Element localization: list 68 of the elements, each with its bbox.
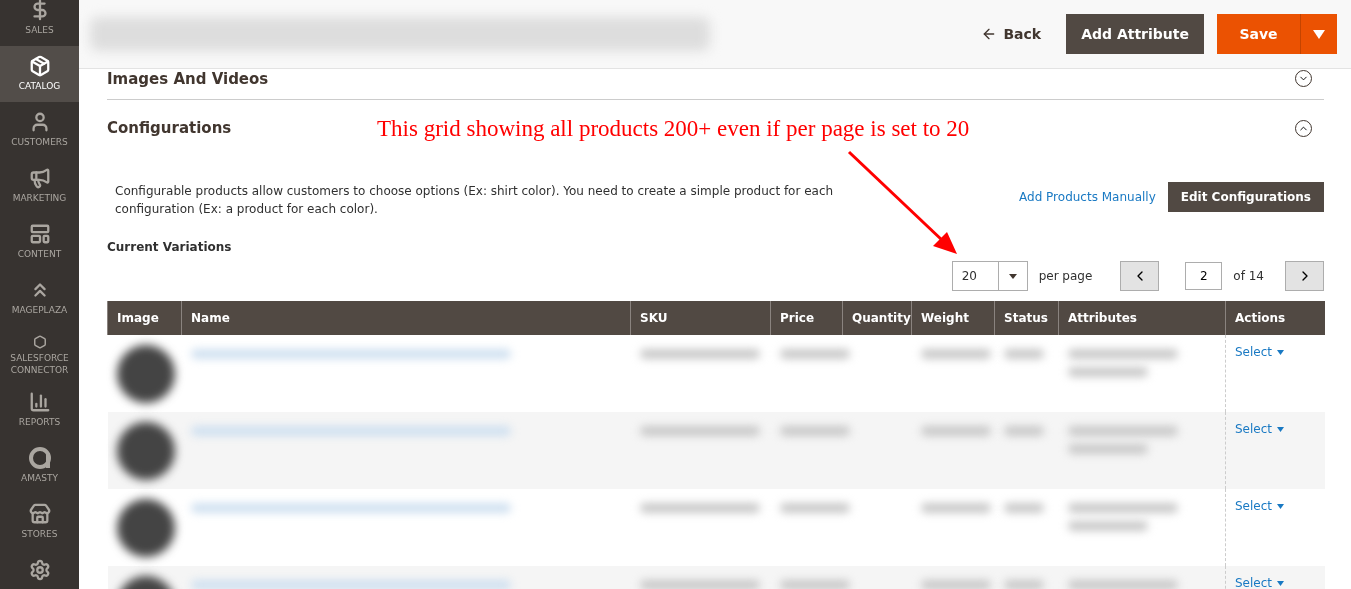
- blurred-thumbnail: [116, 499, 175, 557]
- add-products-link[interactable]: Add Products Manually: [1019, 190, 1156, 204]
- column-header[interactable]: Name: [181, 301, 631, 335]
- blurred-text: [1003, 349, 1044, 359]
- blurred-thumbnail: [116, 345, 175, 403]
- blurred-text: [920, 349, 991, 359]
- sidebar-item[interactable]: MAGEPLAZA: [0, 270, 79, 326]
- sidebar-item[interactable]: CATALOG: [0, 46, 79, 102]
- column-header[interactable]: Attributes: [1058, 301, 1226, 335]
- sidebar-item[interactable]: CUSTOMERS: [0, 102, 79, 158]
- save-dropdown-button[interactable]: [1300, 14, 1337, 54]
- select-dropdown[interactable]: Select: [1235, 422, 1285, 436]
- sidebar-item[interactable]: REPORTS: [0, 382, 79, 438]
- sidebar-item[interactable]: SALESFORCE CONNECTOR: [0, 326, 79, 382]
- sidebar-item[interactable]: STORES: [0, 494, 79, 550]
- section-title[interactable]: Configurations: [107, 119, 232, 137]
- blurred-text: [779, 580, 850, 589]
- column-header[interactable]: SKU: [630, 301, 771, 335]
- letter-a-icon: [28, 447, 51, 469]
- blurred-thumbnail: [116, 422, 175, 480]
- caret-icon: [1008, 273, 1017, 279]
- sidebar-item[interactable]: SALES: [0, 0, 79, 46]
- layout-icon: [28, 223, 51, 245]
- previous-page-button[interactable]: [1120, 261, 1160, 291]
- select-dropdown[interactable]: Select: [1235, 499, 1285, 513]
- column-header[interactable]: Price: [770, 301, 843, 335]
- blurred-text: [779, 503, 850, 513]
- sidebar-item[interactable]: AMASTY: [0, 438, 79, 494]
- blurred-text: [920, 580, 991, 589]
- next-page-button[interactable]: [1285, 261, 1324, 291]
- bar-chart-icon: [28, 391, 51, 413]
- caret-icon: [1313, 29, 1325, 39]
- caret-icon: [1277, 349, 1285, 355]
- page-total-label: of 14: [1233, 269, 1264, 283]
- sidebar-item[interactable]: MARKETING: [0, 158, 79, 214]
- section-title[interactable]: Images And Videos: [107, 69, 269, 88]
- store-icon: [28, 503, 51, 525]
- subsection-title: Current Variations: [107, 240, 233, 254]
- add-attribute-button[interactable]: Add Attribute: [1066, 14, 1204, 54]
- blurred-text: [1003, 503, 1044, 513]
- blurred-text: [779, 426, 850, 436]
- megaphone-icon: [28, 167, 51, 189]
- blurred-text: [920, 426, 991, 436]
- sidebar-item[interactable]: CONTENT: [0, 214, 79, 270]
- caret-icon: [1277, 426, 1285, 432]
- select-dropdown[interactable]: Select: [1235, 345, 1285, 359]
- column-header[interactable]: Quantity: [842, 301, 912, 335]
- column-header[interactable]: Image: [107, 301, 182, 335]
- blurred-text: [1003, 580, 1044, 589]
- back-link[interactable]: Back: [981, 26, 1042, 42]
- column-header[interactable]: Actions: [1225, 301, 1325, 335]
- page-number-field[interactable]: 2: [1185, 262, 1223, 290]
- column-header[interactable]: Weight: [911, 301, 995, 335]
- blurred-text: [1003, 426, 1044, 436]
- per-page-label: per page: [1038, 269, 1093, 283]
- settings-icon: [28, 559, 51, 581]
- select-dropdown[interactable]: Select: [1235, 576, 1285, 589]
- annotation-text: This grid showing all products 200+ even if per page is set to 20: [377, 116, 970, 142]
- description-text: Configurable products allow customers to choose options (Ex: shirt color). You need to create a simple product for each configuration (Ex: a product for each color).: [115, 183, 835, 218]
- caret-icon: [1277, 503, 1285, 509]
- blurred-text: [779, 349, 850, 359]
- box-icon: [28, 55, 51, 77]
- edit-configurations-button[interactable]: Edit Configurations: [1167, 182, 1324, 212]
- blurred-text: [920, 503, 991, 513]
- caret-icon: [1277, 580, 1285, 586]
- save-button[interactable]: Save: [1217, 14, 1300, 54]
- per-page-select[interactable]: 20: [951, 261, 1028, 291]
- column-header[interactable]: Status: [994, 301, 1059, 335]
